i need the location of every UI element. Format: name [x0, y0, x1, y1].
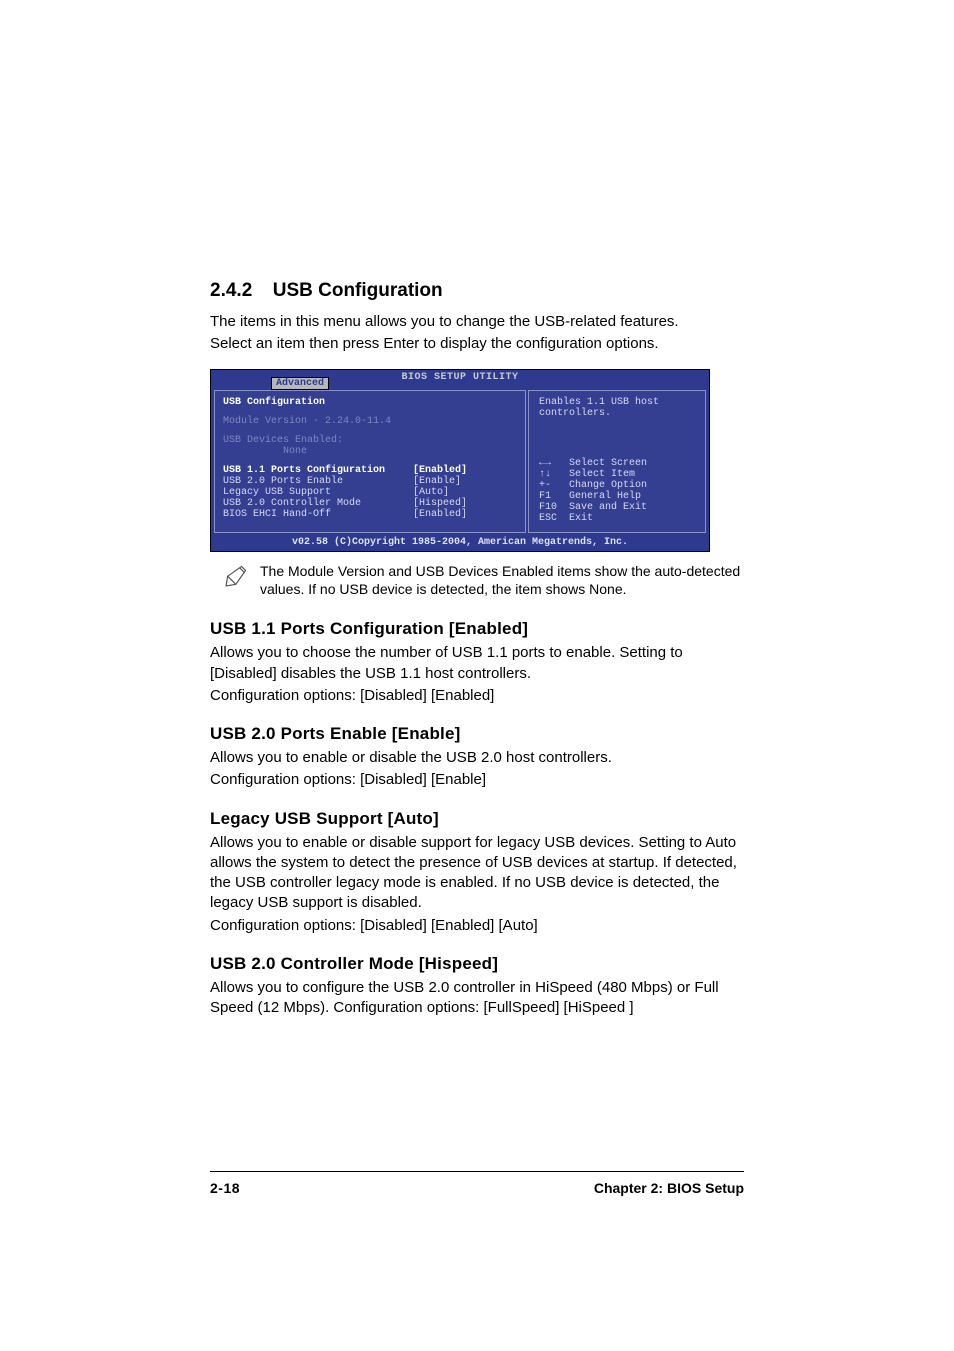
- bios-legend-row: ↑↓Select Item: [539, 469, 699, 480]
- bios-item[interactable]: BIOS EHCI Hand-Off [Enabled]: [223, 509, 517, 520]
- subheading: Legacy USB Support [Auto]: [210, 809, 744, 829]
- bios-left-header: USB Configuration: [223, 397, 517, 408]
- bios-legend-key: ←→: [539, 458, 569, 469]
- bios-help-text: Enables 1.1 USB host controllers.: [539, 397, 699, 419]
- note-row: The Module Version and USB Devices Enabl…: [210, 562, 744, 600]
- section-title: USB Configuration: [273, 280, 443, 301]
- bios-item-label: USB 1.1 Ports Configuration: [223, 465, 413, 476]
- bios-legend-key: +-: [539, 480, 569, 491]
- bios-body: USB Configuration Module Version - 2.24.…: [211, 388, 709, 535]
- bios-module-version: Module Version - 2.24.0-11.4: [223, 416, 517, 427]
- bios-footer: v02.58 (C)Copyright 1985-2004, American …: [211, 535, 709, 551]
- subheading: USB 1.1 Ports Configuration [Enabled]: [210, 619, 744, 639]
- bios-legend-text: Exit: [569, 513, 593, 524]
- page-number: 2-18: [210, 1180, 240, 1196]
- bios-legend-row: ←→Select Screen: [539, 458, 699, 469]
- section-number: 2.4.2: [210, 280, 252, 301]
- bios-legend-text: Select Screen: [569, 458, 647, 469]
- bios-item[interactable]: USB 2.0 Controller Mode [Hispeed]: [223, 498, 517, 509]
- bios-item-value: [Enabled]: [413, 509, 467, 520]
- bios-titlebar: BIOS SETUP UTILITY Advanced: [211, 370, 709, 388]
- bios-devices-label: USB Devices Enabled:: [223, 435, 517, 446]
- chapter-label: Chapter 2: BIOS Setup: [594, 1180, 744, 1196]
- bios-tab-advanced[interactable]: Advanced: [271, 377, 329, 390]
- bios-item-value: [Auto]: [413, 487, 449, 498]
- section-body: Allows you to enable or disable support …: [210, 833, 744, 914]
- section-body: Allows you to enable or disable the USB …: [210, 748, 744, 768]
- bios-item-label: USB 2.0 Ports Enable: [223, 476, 413, 487]
- bios-item-label: Legacy USB Support: [223, 487, 413, 498]
- page: 2.4.2 USB Configuration The items in thi…: [0, 0, 954, 1351]
- bios-legend: ←→Select Screen ↑↓Select Item +-Change O…: [539, 458, 699, 524]
- bios-item[interactable]: Legacy USB Support [Auto]: [223, 487, 517, 498]
- subheading: USB 2.0 Controller Mode [Hispeed]: [210, 954, 744, 974]
- bios-item[interactable]: USB 2.0 Ports Enable [Enable]: [223, 476, 517, 487]
- section-body: Allows you to choose the number of USB 1…: [210, 643, 744, 684]
- bios-right-pane: Enables 1.1 USB host controllers. ←→Sele…: [528, 390, 706, 533]
- bios-legend-key: F1: [539, 491, 569, 502]
- bios-legend-row: +-Change Option: [539, 480, 699, 491]
- bios-item[interactable]: USB 1.1 Ports Configuration [Enabled]: [223, 465, 517, 476]
- bios-screenshot: BIOS SETUP UTILITY Advanced USB Configur…: [210, 369, 710, 552]
- bios-left-pane: USB Configuration Module Version - 2.24.…: [214, 390, 526, 533]
- bios-legend-key: ESC: [539, 513, 569, 524]
- bios-item-value: [Enabled]: [413, 465, 467, 476]
- section-body: Allows you to configure the USB 2.0 cont…: [210, 978, 744, 1019]
- intro-line: Select an item then press Enter to displ…: [210, 334, 744, 354]
- bios-devices-value: None: [223, 446, 517, 457]
- section-body: Configuration options: [Disabled] [Enabl…: [210, 686, 744, 706]
- section-heading-row: 2.4.2 USB Configuration: [210, 280, 744, 302]
- bios-legend-key: ↑↓: [539, 469, 569, 480]
- section-body: Configuration options: [Disabled] [Enabl…: [210, 770, 744, 790]
- bios-legend-key: F10: [539, 502, 569, 513]
- section-body: Configuration options: [Disabled] [Enabl…: [210, 916, 744, 936]
- intro-line: The items in this menu allows you to cha…: [210, 312, 744, 332]
- bios-legend-row: F10Save and Exit: [539, 502, 699, 513]
- note-icon: [210, 562, 260, 590]
- bios-item-value: [Enable]: [413, 476, 461, 487]
- bios-legend-text: General Help: [569, 491, 641, 502]
- subheading: USB 2.0 Ports Enable [Enable]: [210, 724, 744, 744]
- bios-item-label: BIOS EHCI Hand-Off: [223, 509, 413, 520]
- note-text: The Module Version and USB Devices Enabl…: [260, 562, 744, 600]
- bios-legend-text: Change Option: [569, 480, 647, 491]
- page-footer: 2-18 Chapter 2: BIOS Setup: [210, 1171, 744, 1196]
- bios-legend-row: ESCExit: [539, 513, 699, 524]
- bios-item-label: USB 2.0 Controller Mode: [223, 498, 413, 509]
- bios-legend-row: F1General Help: [539, 491, 699, 502]
- bios-legend-text: Save and Exit: [569, 502, 647, 513]
- bios-item-value: [Hispeed]: [413, 498, 467, 509]
- bios-legend-text: Select Item: [569, 469, 635, 480]
